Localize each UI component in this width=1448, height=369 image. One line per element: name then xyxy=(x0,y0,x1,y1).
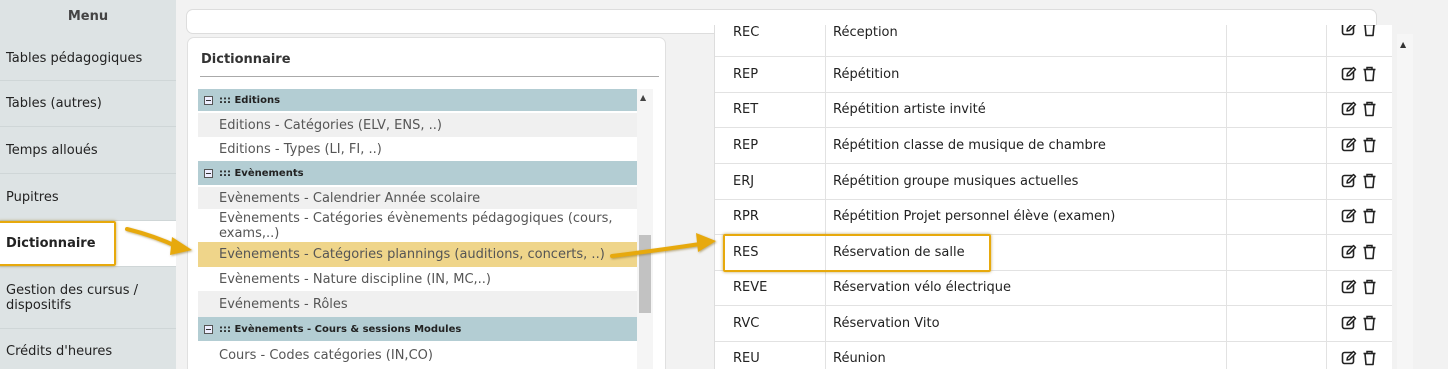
arrow-to-dictionary-entry xyxy=(125,227,192,255)
arrow-to-res-row xyxy=(610,233,716,258)
annotation-arrows xyxy=(125,227,716,258)
